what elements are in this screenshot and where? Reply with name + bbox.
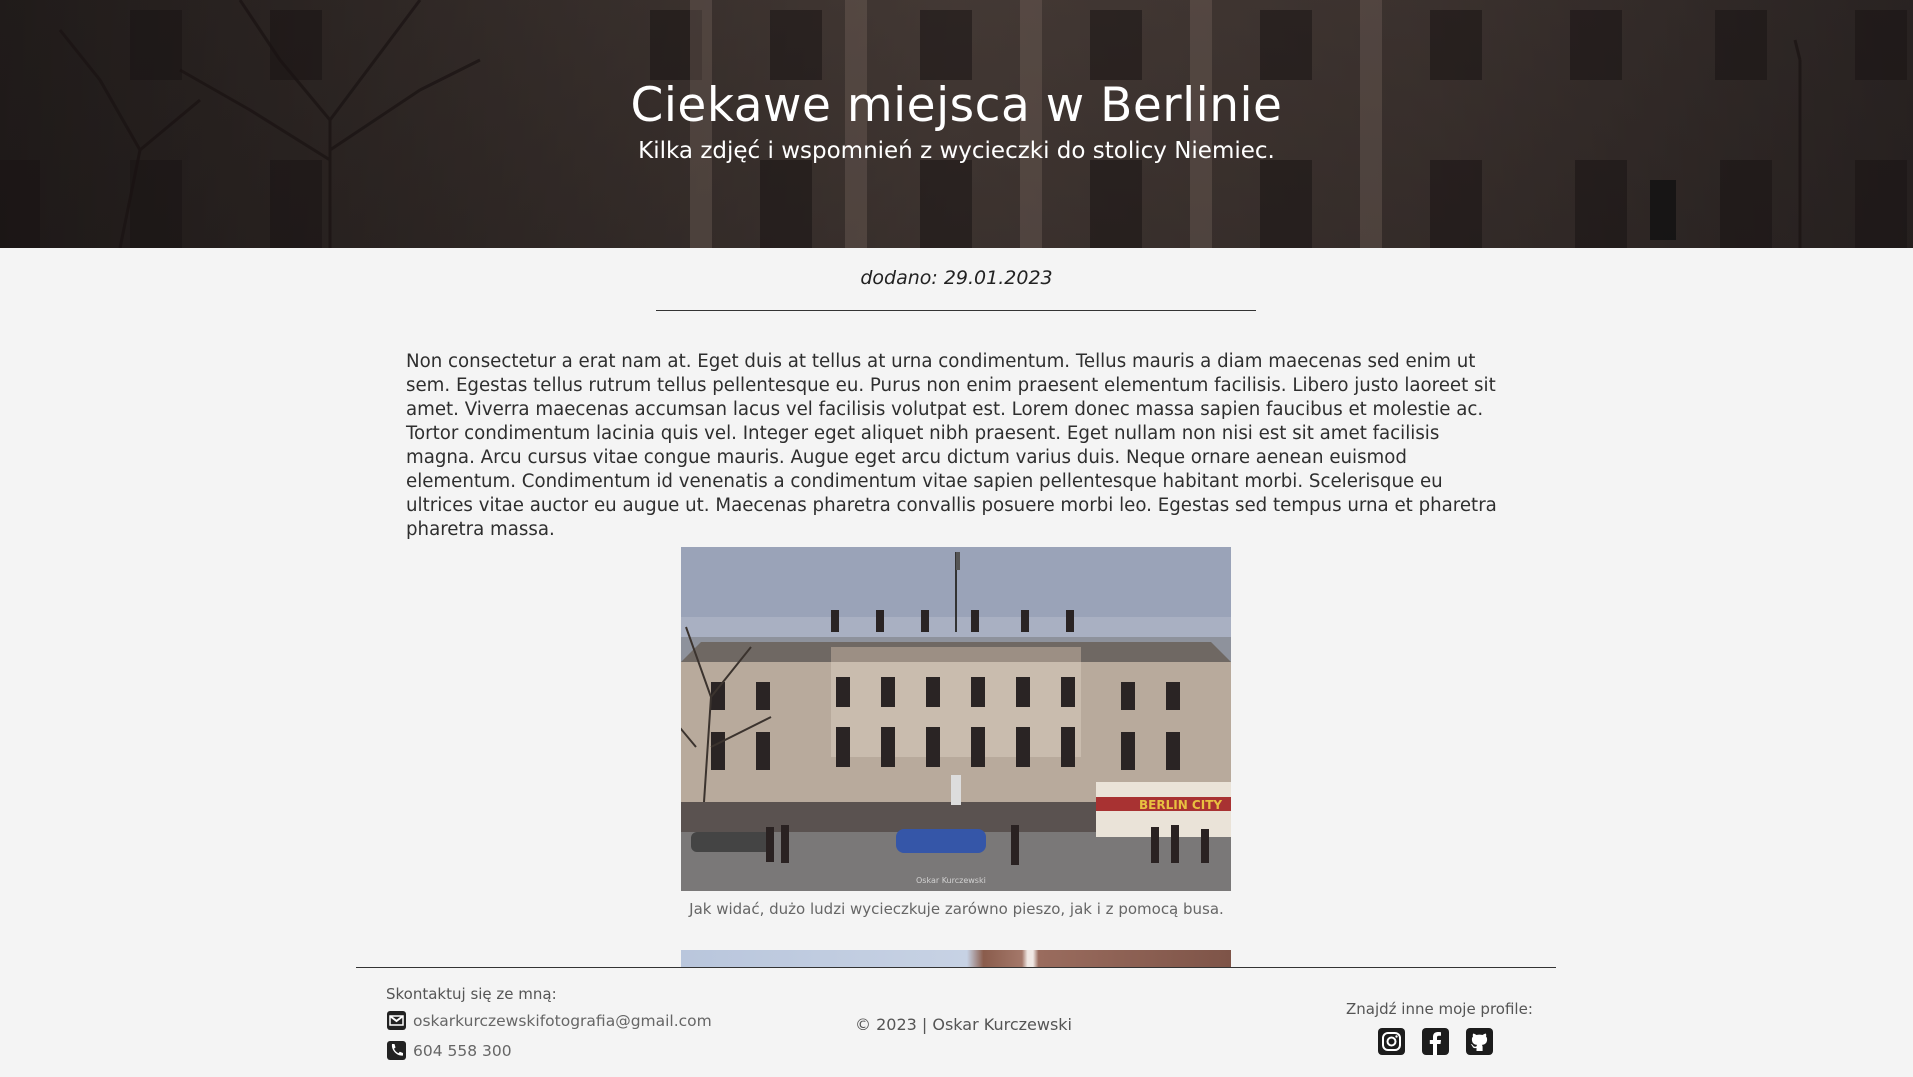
copyright-text: © 2023 | Oskar Kurczewski: [855, 1015, 1072, 1034]
article-body: Non consectetur a erat nam at. Eget duis…: [406, 351, 1497, 540]
page-subtitle: Kilka zdjęć i wspomnień z wycieczki do s…: [638, 138, 1275, 164]
date-divider: [656, 310, 1256, 311]
phone-icon: [386, 1040, 407, 1061]
email-address: oskarkurczewskifotografia@gmail.com: [413, 1011, 712, 1030]
envelope-icon: [386, 1010, 407, 1031]
berlin-university-photo: BERLIN CITY Oskar Kurczewski: [681, 547, 1231, 891]
phone-link[interactable]: 604 558 300: [386, 1040, 512, 1061]
hero-banner: Ciekawe miejsca w Berlinie Kilka zdjęć i…: [0, 0, 1913, 248]
photo-caption: Jak widać, dużo ludzi wycieczkuje zarówn…: [689, 900, 1224, 918]
instagram-icon: [1378, 1028, 1405, 1055]
post-date: dodano: 29.01.2023: [860, 267, 1053, 289]
instagram-link[interactable]: [1377, 1027, 1406, 1056]
email-link[interactable]: oskarkurczewskifotografia@gmail.com: [386, 1010, 712, 1031]
page-title: Ciekawe miejsca w Berlinie: [630, 78, 1283, 133]
footer-divider: [356, 967, 1556, 968]
facebook-icon: [1422, 1028, 1449, 1055]
github-link[interactable]: [1465, 1027, 1494, 1056]
second-photo: [681, 950, 1231, 968]
bus-sign-text: BERLIN CITY: [1139, 798, 1222, 812]
page-footer: Skontaktuj się ze mną: oskarkurczewskifo…: [0, 967, 1913, 1077]
photo-watermark: Oskar Kurczewski: [916, 876, 986, 885]
profiles-heading: Znajdź inne moje profile:: [1346, 1000, 1533, 1018]
social-links: [1377, 1027, 1494, 1056]
github-icon: [1466, 1028, 1493, 1055]
facebook-link[interactable]: [1421, 1027, 1450, 1056]
phone-number: 604 558 300: [413, 1041, 512, 1060]
contact-heading: Skontaktuj się ze mną:: [386, 985, 557, 1003]
